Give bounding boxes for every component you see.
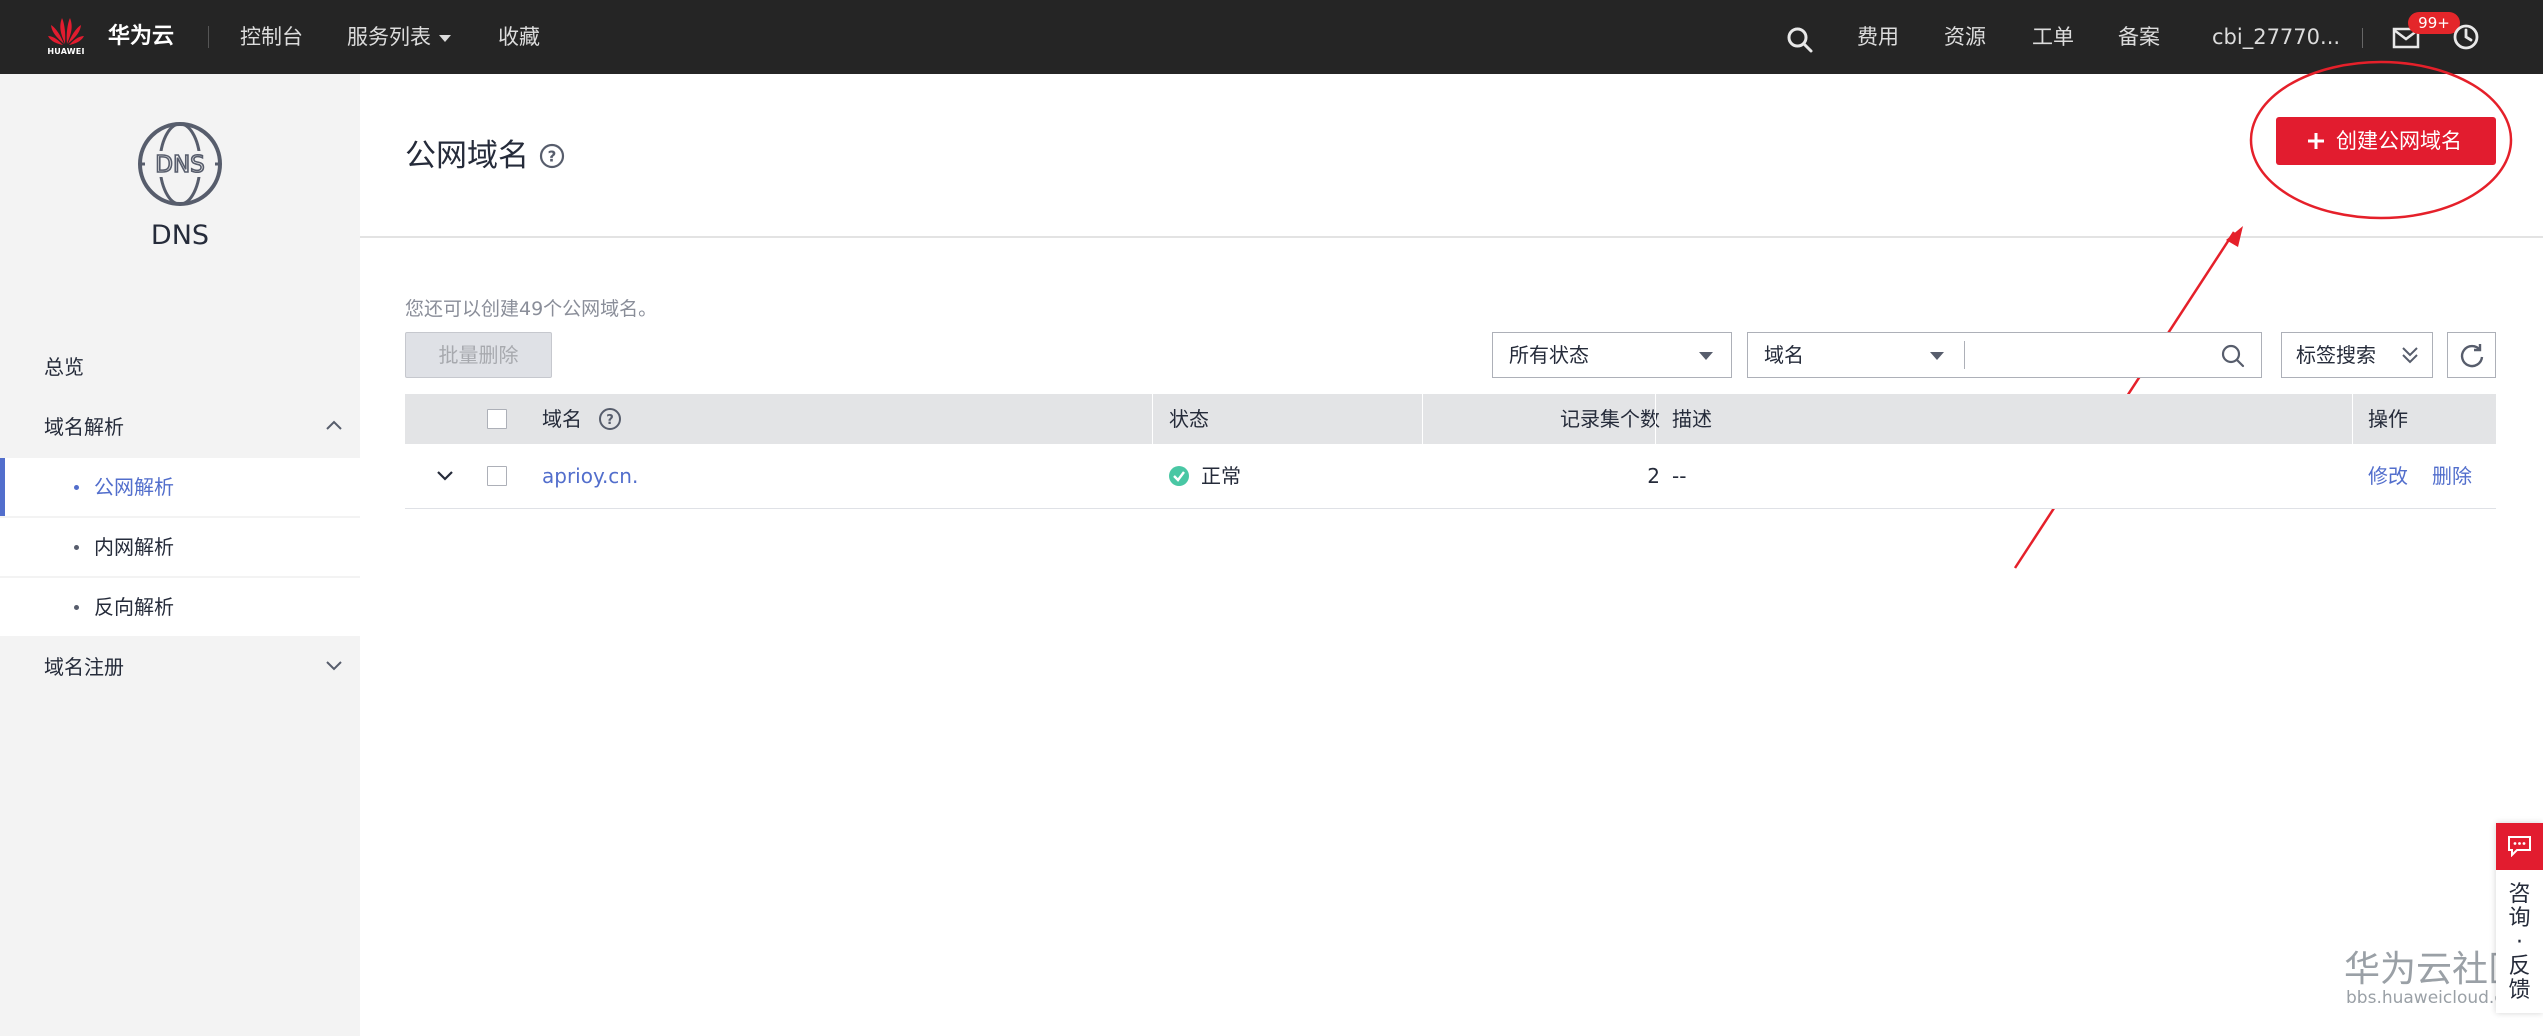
double-chevron-down-icon bbox=[2402, 347, 2418, 364]
sidebar-item-label: 域名注册 bbox=[44, 655, 124, 679]
table-row: aprioy.cn. 正常 2 -- 修改 删除 bbox=[405, 444, 2496, 509]
consult-feedback-label: 咨 询 · 反 馈 bbox=[2496, 883, 2543, 1003]
column-header-actions: 操作 bbox=[2368, 407, 2408, 431]
nav-service-list[interactable]: 服务列表 bbox=[347, 20, 451, 54]
caret-down-icon bbox=[1930, 352, 1944, 360]
create-button-label: 创建公网域名 bbox=[2336, 129, 2462, 153]
caret-down-icon bbox=[439, 34, 451, 42]
widget-char: 反 bbox=[2508, 954, 2531, 979]
user-account-name[interactable]: cbi_27770... bbox=[2212, 20, 2340, 54]
svg-text:DNS: DNS bbox=[155, 152, 205, 178]
svg-text:?: ? bbox=[548, 148, 557, 166]
bullet-icon bbox=[74, 605, 79, 610]
clock-icon[interactable] bbox=[2452, 23, 2480, 51]
status-cell: 正常 bbox=[1169, 444, 1241, 508]
active-indicator bbox=[0, 458, 5, 516]
search-field-value: 域名 bbox=[1764, 343, 1804, 367]
bullet-icon bbox=[74, 545, 79, 550]
search-input[interactable] bbox=[1962, 333, 2226, 377]
help-icon[interactable]: ? bbox=[598, 407, 622, 431]
help-icon[interactable]: ? bbox=[539, 143, 565, 169]
sidebar: DNS DNS 总览 域名解析 公网解析 内网解析 反向解析 域名注册 bbox=[0, 74, 360, 1036]
column-header-domain[interactable]: 域名 bbox=[542, 394, 582, 444]
select-all-checkbox[interactable] bbox=[487, 409, 507, 429]
column-separator bbox=[1655, 394, 1656, 444]
sidebar-item-label: 内网解析 bbox=[94, 535, 174, 559]
widget-char: 馈 bbox=[2508, 978, 2531, 1003]
huawei-flower-icon bbox=[48, 18, 84, 45]
plus-icon bbox=[2308, 133, 2324, 149]
sidebar-item-domain-registration[interactable]: 域名注册 bbox=[0, 638, 360, 696]
batch-delete-button[interactable]: 批量删除 bbox=[405, 332, 552, 378]
top-navigation-bar: HUAWEI 华为云 控制台 服务列表 收藏 费用 资源 工单 备案 cbi_2… bbox=[0, 0, 2543, 74]
sidebar-item-label: 域名解析 bbox=[44, 415, 124, 439]
column-separator bbox=[2352, 394, 2353, 444]
create-public-domain-button[interactable]: 创建公网域名 bbox=[2276, 117, 2496, 165]
sidebar-item-label: 总览 bbox=[44, 355, 84, 379]
modify-link[interactable]: 修改 bbox=[2368, 444, 2408, 508]
sidebar-item-private-resolution[interactable]: 内网解析 bbox=[0, 518, 360, 576]
divider bbox=[208, 26, 209, 48]
nav-favorites[interactable]: 收藏 bbox=[498, 20, 540, 54]
chevron-up-icon bbox=[326, 420, 342, 430]
column-separator bbox=[1152, 394, 1153, 444]
column-header-record-count: 记录集个数 bbox=[1560, 407, 1660, 431]
check-circle-icon bbox=[1169, 465, 1189, 486]
sidebar-item-label: 反向解析 bbox=[94, 595, 174, 619]
service-name: DNS bbox=[150, 220, 210, 251]
delete-link[interactable]: 删除 bbox=[2432, 444, 2472, 508]
annotation-overlay bbox=[2013, 60, 2513, 569]
nav-billing[interactable]: 费用 bbox=[1857, 20, 1899, 54]
chevron-down-icon bbox=[326, 661, 342, 671]
table-header: 域名 ? 状态 记录集个数 描述 操作 bbox=[405, 394, 2496, 444]
logo-text: HUAWEI bbox=[47, 47, 85, 56]
status-filter-select[interactable]: 所有状态 bbox=[1492, 332, 1732, 378]
search-icon[interactable] bbox=[1786, 26, 1814, 54]
widget-char: 咨 bbox=[2508, 882, 2531, 907]
sidebar-item-reverse-resolution[interactable]: 反向解析 bbox=[0, 578, 360, 636]
divider bbox=[360, 236, 2543, 238]
search-box bbox=[1962, 332, 2262, 378]
refresh-icon bbox=[2460, 344, 2484, 368]
tag-search-button[interactable]: 标签搜索 bbox=[2281, 332, 2433, 378]
record-count-cell: 2 bbox=[1647, 464, 1660, 488]
consult-feedback-widget[interactable]: 咨 询 · 反 馈 bbox=[2496, 823, 2543, 1013]
description-cell: -- bbox=[1672, 464, 1687, 488]
search-icon[interactable] bbox=[2220, 343, 2246, 369]
sidebar-item-overview[interactable]: 总览 bbox=[0, 338, 360, 396]
widget-char: · bbox=[2516, 930, 2523, 955]
column-header-status: 状态 bbox=[1169, 407, 1209, 431]
quota-text: 您还可以创建49个公网域名。 bbox=[405, 298, 658, 320]
brand-name[interactable]: 华为云 bbox=[108, 20, 174, 54]
nav-console[interactable]: 控制台 bbox=[240, 20, 303, 54]
row-checkbox[interactable] bbox=[487, 466, 507, 486]
chat-icon bbox=[2508, 836, 2531, 857]
column-header-description: 描述 bbox=[1672, 407, 1712, 431]
nav-filing[interactable]: 备案 bbox=[2118, 20, 2160, 54]
search-field-select[interactable]: 域名 bbox=[1747, 332, 1963, 378]
domain-link[interactable]: aprioy.cn. bbox=[542, 444, 638, 508]
status-text: 正常 bbox=[1201, 464, 1241, 488]
sidebar-item-public-resolution[interactable]: 公网解析 bbox=[0, 458, 360, 516]
tag-search-label: 标签搜索 bbox=[2296, 343, 2376, 367]
nav-service-list-label: 服务列表 bbox=[347, 25, 431, 49]
refresh-button[interactable] bbox=[2447, 332, 2496, 378]
sidebar-item-domain-resolution[interactable]: 域名解析 bbox=[0, 398, 360, 456]
widget-char: 询 bbox=[2508, 906, 2531, 931]
divider bbox=[2362, 28, 2363, 48]
page-title: 公网域名 bbox=[405, 138, 529, 174]
svg-text:?: ? bbox=[606, 413, 614, 428]
dns-globe-icon: DNS bbox=[138, 122, 222, 206]
sidebar-item-label: 公网解析 bbox=[94, 475, 174, 499]
caret-down-icon bbox=[1699, 352, 1713, 360]
bullet-icon bbox=[74, 485, 79, 490]
huawei-logo[interactable]: HUAWEI bbox=[44, 14, 88, 60]
expand-row-chevron-icon[interactable] bbox=[435, 468, 455, 484]
widget-header bbox=[2496, 823, 2543, 870]
nav-tickets[interactable]: 工单 bbox=[2032, 20, 2074, 54]
status-filter-value: 所有状态 bbox=[1509, 343, 1589, 367]
nav-resources[interactable]: 资源 bbox=[1944, 20, 1986, 54]
